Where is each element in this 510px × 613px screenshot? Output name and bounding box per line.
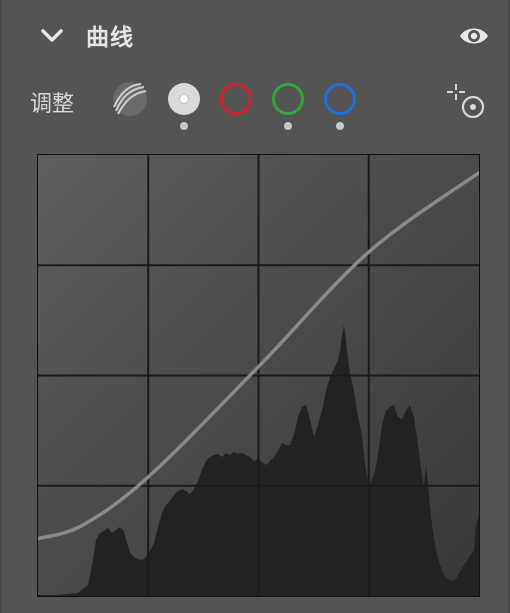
rgb-channel-icon[interactable]: [166, 81, 202, 117]
panel-header[interactable]: 曲线: [0, 0, 510, 70]
curve-panel: 曲线 调整: [0, 0, 510, 613]
red-channel-icon[interactable]: [218, 81, 254, 117]
green-channel-icon[interactable]: [270, 81, 306, 117]
eye-icon[interactable]: [458, 22, 490, 50]
tone-curve-canvas[interactable]: [38, 155, 479, 596]
green-edit-indicator: [284, 122, 292, 130]
adjust-label: 调整: [30, 92, 75, 117]
rgb-edit-indicator: [180, 122, 188, 130]
target-adjust-icon[interactable]: [444, 80, 488, 124]
adjust-row: 调整: [0, 74, 510, 134]
blue-channel-icon[interactable]: [322, 81, 358, 117]
chevron-down-icon[interactable]: [38, 22, 66, 50]
tone-curve-graph[interactable]: [37, 154, 480, 597]
panel-title: 曲线: [86, 25, 134, 51]
blue-edit-indicator: [336, 122, 344, 130]
parametric-curve-icon[interactable]: [112, 81, 148, 117]
